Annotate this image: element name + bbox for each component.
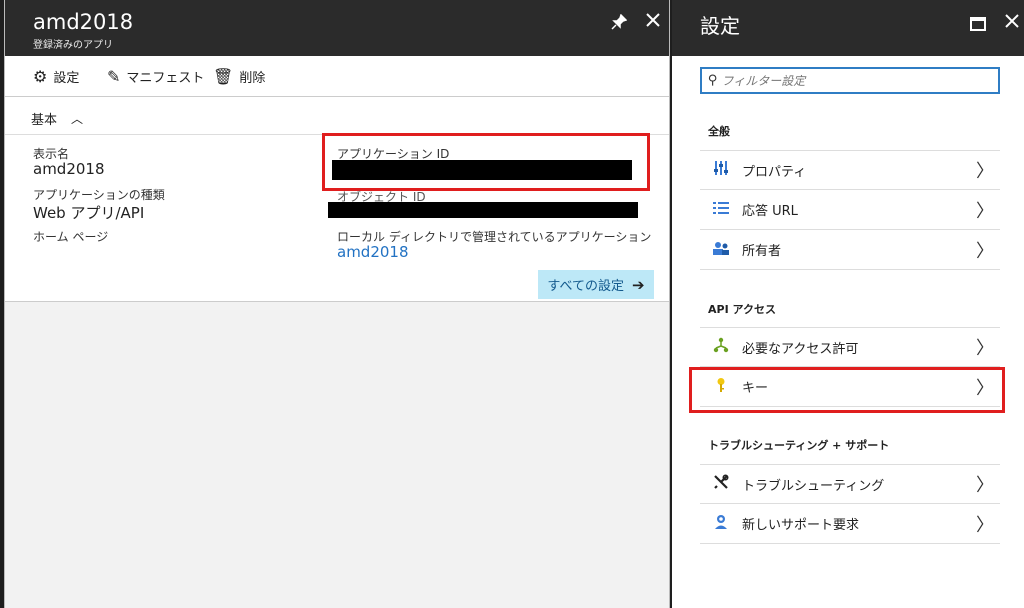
- local-directory-link[interactable]: amd2018: [337, 243, 409, 261]
- maximize-icon[interactable]: [970, 15, 986, 36]
- chevron-right-icon: 〉: [976, 240, 994, 262]
- homepage-label: ホーム ページ: [33, 230, 109, 244]
- properties-icon: [712, 160, 730, 180]
- chevron-right-icon: 〉: [976, 200, 994, 222]
- essentials-toggle[interactable]: 基本 ︿: [31, 109, 83, 128]
- menu-item-owners[interactable]: 所有者 〉: [700, 230, 1000, 270]
- trash-icon: 🗑: [213, 67, 234, 86]
- filter-settings-input[interactable]: [721, 73, 982, 88]
- highlight-box-keys: [689, 367, 1005, 413]
- app-type-value: Web アプリ/API: [33, 204, 145, 222]
- essentials-header: 基本: [31, 113, 58, 128]
- delete-label: 削除: [239, 71, 266, 86]
- menu-item-label: 必要なアクセス許可: [742, 341, 859, 357]
- search-icon: ⚲: [708, 73, 718, 88]
- app-registration-blade: amd2018 登録済みのアプリ ⚙ 設定 ✎ マニフェスト 🗑 削除 基本 ︿…: [4, 0, 670, 608]
- section-api-access: API アクセス: [708, 303, 776, 316]
- settings-header: 設定: [672, 0, 1024, 56]
- highlight-box-app-id: [322, 133, 650, 191]
- pin-icon[interactable]: [611, 13, 628, 35]
- settings-blade: 設定 ⚲ 全般 プロパティ 〉 応答 URL 〉 所有者 〉 API アクセス: [672, 0, 1024, 608]
- support-icon: [712, 514, 730, 534]
- chevron-right-icon: 〉: [976, 161, 994, 182]
- app-type-label: アプリケーションの種類: [33, 188, 165, 202]
- manifest-label: マニフェスト: [126, 71, 205, 86]
- blade-subtitle: 登録済みのアプリ: [33, 40, 113, 51]
- chevron-right-icon: 〉: [976, 514, 994, 536]
- settings-button[interactable]: ⚙ 設定: [33, 67, 79, 86]
- menu-item-label: プロパティ: [742, 164, 807, 180]
- pencil-icon: ✎: [107, 67, 121, 86]
- menu-item-new-support-request[interactable]: 新しいサポート要求 〉: [700, 504, 1000, 544]
- menu-item-troubleshoot[interactable]: トラブルシューティング 〉: [700, 464, 1000, 504]
- chevron-right-icon: 〉: [976, 475, 994, 496]
- section-troubleshooting: トラブルシューティング + サポート: [708, 439, 890, 452]
- object-id-value-redacted: [328, 202, 638, 218]
- gear-icon: ⚙: [33, 67, 48, 86]
- menu-item-properties[interactable]: プロパティ 〉: [700, 150, 1000, 190]
- delete-button[interactable]: 🗑 削除: [213, 67, 265, 86]
- blade-header: amd2018 登録済みのアプリ: [5, 0, 669, 56]
- permissions-icon: [712, 337, 730, 357]
- essentials-panel: 基本 ︿ 表示名 amd2018 アプリケーションの種類 Web アプリ/API…: [5, 97, 669, 302]
- tools-icon: [712, 474, 730, 494]
- all-settings-button[interactable]: すべての設定 ➔: [538, 270, 654, 299]
- settings-label: 設定: [53, 71, 80, 86]
- all-settings-label: すべての設定: [547, 279, 624, 294]
- menu-item-required-permissions[interactable]: 必要なアクセス許可 〉: [700, 327, 1000, 367]
- settings-title: 設定: [700, 14, 740, 38]
- section-general: 全般: [708, 125, 730, 138]
- list-icon: [712, 201, 730, 219]
- menu-item-label: 新しいサポート要求: [742, 518, 860, 533]
- command-toolbar: ⚙ 設定 ✎ マニフェスト 🗑 削除: [5, 56, 669, 97]
- arrow-right-icon: ➔: [632, 275, 645, 294]
- filter-settings-field[interactable]: ⚲: [700, 67, 1000, 94]
- close-icon[interactable]: [1004, 13, 1020, 34]
- manifest-button[interactable]: ✎ マニフェスト: [107, 67, 204, 86]
- chevron-up-icon: ︿: [71, 112, 84, 126]
- display-name-value: amd2018: [33, 160, 105, 178]
- menu-item-label: 応答 URL: [742, 204, 798, 219]
- chevron-right-icon: 〉: [976, 338, 994, 359]
- users-icon: [712, 240, 730, 260]
- menu-item-reply-url[interactable]: 応答 URL 〉: [700, 190, 1000, 230]
- close-icon[interactable]: [645, 12, 661, 33]
- menu-item-label: 所有者: [742, 244, 782, 259]
- blade-title: amd2018: [33, 10, 134, 34]
- menu-item-label: トラブルシューティング: [742, 478, 885, 494]
